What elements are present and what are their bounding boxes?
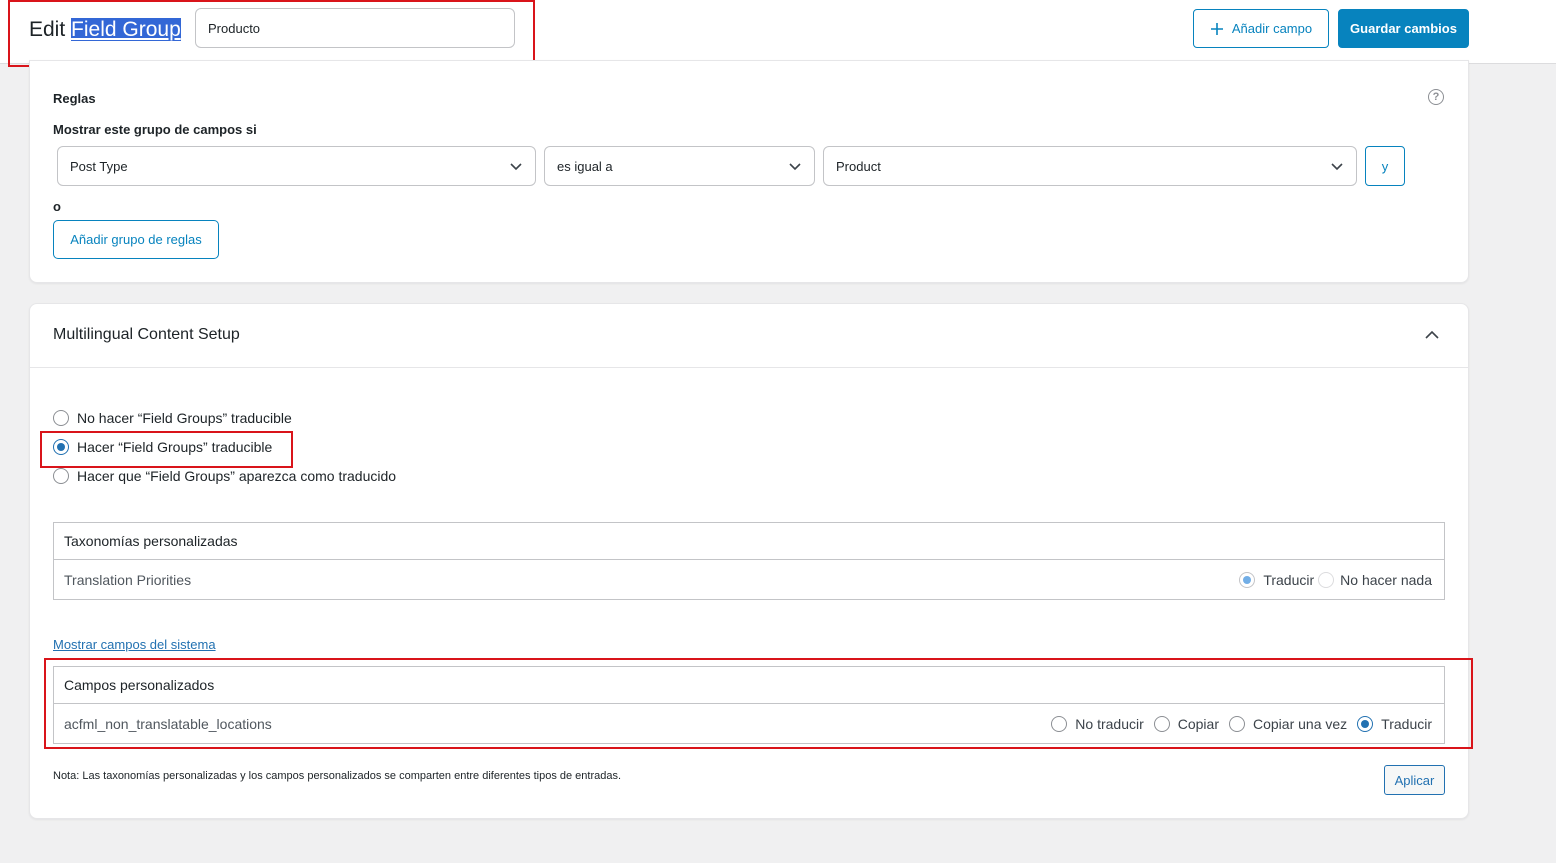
option-translate[interactable]: Traducir (1357, 716, 1432, 732)
radio-option-translatable[interactable]: Hacer “Field Groups” traducible (53, 439, 272, 455)
apply-button[interactable]: Aplicar (1384, 765, 1445, 795)
table-row: Translation Priorities Traducir No hacer… (54, 560, 1444, 600)
help-icon[interactable]: ? (1428, 89, 1444, 105)
rule-operator-select[interactable]: es igual a (544, 146, 815, 186)
rule-value-value: Product (836, 158, 881, 174)
save-changes-button[interactable]: Guardar cambios (1338, 9, 1469, 48)
add-rule-group-button[interactable]: Añadir grupo de reglas (53, 220, 219, 259)
custom-fields-table-header: Campos personalizados (54, 667, 1444, 704)
card-divider (30, 367, 1468, 368)
page-title-highlight: Field Group (71, 18, 181, 41)
option-do-not-translate[interactable]: No traducir (1051, 716, 1144, 732)
option-label: Traducir (1263, 572, 1315, 588)
plus-icon (1210, 22, 1223, 35)
option-translate[interactable]: Traducir (1239, 572, 1314, 588)
radio-button[interactable] (1153, 716, 1170, 732)
option-label: No traducir (1075, 716, 1144, 732)
radio-button[interactable] (53, 410, 69, 426)
radio-label: No hacer “Field Groups” traducible (77, 410, 292, 426)
chevron-down-icon (510, 163, 522, 171)
rule-operator-value: es igual a (557, 158, 613, 174)
radio-button[interactable] (53, 468, 69, 484)
and-rule-button[interactable]: y (1365, 146, 1405, 186)
top-bar: Edit Field Group Añadir campo Guardar ca… (0, 0, 1556, 64)
taxonomies-table-header: Taxonomías personalizadas (54, 523, 1444, 560)
note-text: Nota: Las taxonomías personalizadas y lo… (53, 770, 622, 782)
radio-button-checked[interactable] (1357, 716, 1374, 732)
rules-heading: Reglas (53, 91, 96, 106)
radio-option-display-translated[interactable]: Hacer que “Field Groups” aparezca como t… (53, 468, 396, 484)
row-label: Translation Priorities (64, 572, 192, 588)
radio-button[interactable] (1229, 716, 1245, 732)
radio-button[interactable] (1051, 716, 1068, 732)
rule-param-select[interactable]: Post Type (57, 146, 536, 186)
radio-label: Hacer que “Field Groups” aparezca como t… (77, 468, 397, 484)
or-label: o (53, 199, 61, 214)
option-do-nothing[interactable]: No hacer nada (1318, 572, 1432, 588)
rule-param-value: Post Type (70, 158, 128, 174)
row-label: acfml_non_translatable_locations (64, 716, 272, 732)
add-field-button[interactable]: Añadir campo (1193, 9, 1329, 48)
taxonomies-table: Taxonomías personalizadas Translation Pr… (53, 522, 1445, 600)
translation-options: Traducir No hacer nada (1239, 572, 1432, 588)
radio-option-not-translatable[interactable]: No hacer “Field Groups” traducible (53, 410, 292, 426)
custom-fields-table: Campos personalizados acfml_non_translat… (53, 666, 1445, 744)
page-title-prefix: Edit (29, 18, 66, 41)
option-label: Copiar (1177, 716, 1219, 732)
option-label: No hacer nada (1340, 572, 1432, 588)
radio-button-checked[interactable] (53, 439, 69, 455)
table-row: acfml_non_translatable_locations No trad… (54, 704, 1444, 744)
radio-button[interactable] (1318, 572, 1335, 588)
chevron-down-icon (1331, 163, 1343, 171)
page-title: Edit Field Group (29, 16, 181, 44)
rules-subheading: Mostrar este grupo de campos si (53, 122, 257, 137)
rule-value-select[interactable]: Product (823, 146, 1357, 186)
option-label: Traducir (1381, 716, 1432, 732)
option-copy[interactable]: Copiar (1153, 716, 1219, 732)
option-copy-once[interactable]: Copiar una vez (1229, 716, 1347, 732)
multilingual-heading: Multilingual Content Setup (53, 326, 240, 343)
radio-label: Hacer “Field Groups” traducible (77, 439, 273, 455)
chevron-up-icon[interactable] (1424, 327, 1440, 343)
field-group-title-input[interactable] (195, 8, 515, 48)
option-label: Copiar una vez (1253, 716, 1348, 732)
chevron-down-icon (789, 163, 801, 171)
radio-button-checked[interactable] (1239, 572, 1256, 588)
add-field-label: Añadir campo (1231, 21, 1313, 36)
show-system-fields-link[interactable]: Mostrar campos del sistema (53, 637, 216, 652)
translation-options: No traducir Copiar Copiar una vez Traduc… (1051, 716, 1432, 732)
